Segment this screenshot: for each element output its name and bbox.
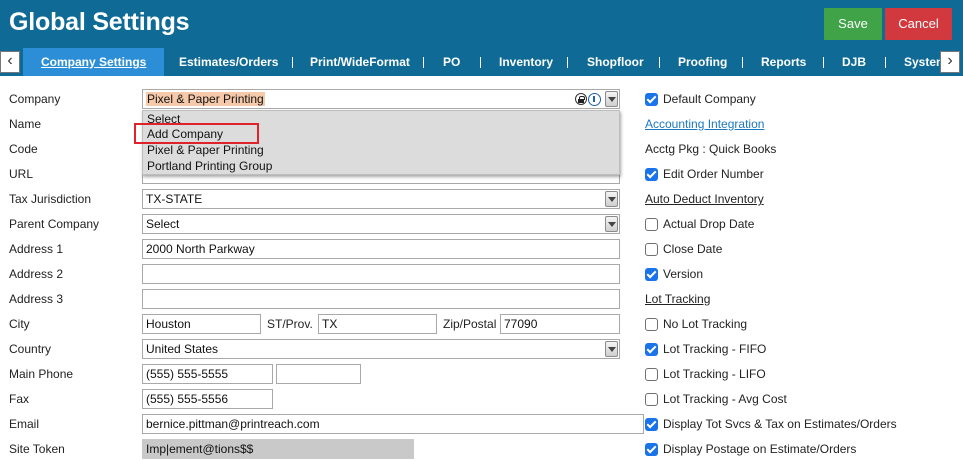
tax-jurisdiction-value: TX-STATE xyxy=(146,192,203,206)
default-company-checkbox[interactable] xyxy=(645,93,658,106)
lot-tracking-heading: Lot Tracking xyxy=(645,292,711,306)
chevron-left-icon[interactable]: ‹ xyxy=(0,51,20,73)
address3-label: Address 3 xyxy=(9,292,64,306)
tab-po[interactable]: PO xyxy=(443,48,460,76)
email-field[interactable]: bernice.pittman@printreach.com xyxy=(142,414,644,434)
lock-icon[interactable] xyxy=(575,93,587,105)
tab-separator xyxy=(567,57,568,68)
tab-separator xyxy=(292,57,293,68)
save-button[interactable]: Save xyxy=(824,8,882,40)
tab-djb[interactable]: DJB xyxy=(842,48,866,76)
accounting-integration-link[interactable]: Accounting Integration xyxy=(645,117,764,131)
display-postage-label: Display Postage on Estimate/Orders xyxy=(663,442,857,456)
name-label: Name xyxy=(9,117,42,131)
version-label: Version xyxy=(663,267,704,281)
close-date-checkbox[interactable] xyxy=(645,243,658,256)
chevron-down-icon[interactable] xyxy=(605,91,618,107)
lot-tracking-fifo-label: Lot Tracking - FIFO xyxy=(663,342,767,356)
acctg-pkg-text: Acctg Pkg : Quick Books xyxy=(645,142,777,156)
header-bar: Global Settings Save Cancel xyxy=(0,0,963,48)
tax-jurisdiction-label: Tax Jurisdiction xyxy=(9,192,92,206)
display-tot-svcs-label: Display Tot Svcs & Tax on Estimates/Orde… xyxy=(663,417,897,431)
country-select[interactable]: United States xyxy=(142,339,620,359)
lot-tracking-avg-checkbox[interactable] xyxy=(645,393,658,406)
tax-jurisdiction-select[interactable]: TX-STATE xyxy=(142,189,620,209)
lot-tracking-avg-label: Lot Tracking - Avg Cost xyxy=(663,392,787,406)
state-label: ST/Prov. xyxy=(267,317,313,331)
chevron-down-icon[interactable] xyxy=(605,216,618,232)
highlight-box xyxy=(134,123,259,144)
version-checkbox[interactable] xyxy=(645,268,658,281)
tab-print-wideformat[interactable]: Print/WideFormat xyxy=(310,48,410,76)
site-token-label: Site Token xyxy=(9,442,65,456)
address2-field[interactable] xyxy=(142,264,620,284)
company-select-value: Pixel & Paper Printing xyxy=(146,92,265,106)
main-phone-ext-field[interactable] xyxy=(276,364,361,384)
tab-separator xyxy=(659,57,660,68)
no-lot-tracking-checkbox[interactable] xyxy=(645,318,658,331)
address1-label: Address 1 xyxy=(9,242,64,256)
fax-label: Fax xyxy=(9,392,30,406)
display-tot-svcs-checkbox[interactable] xyxy=(645,418,658,431)
close-date-label: Close Date xyxy=(663,242,723,256)
parent-company-value: Select xyxy=(146,217,180,231)
main-phone-label: Main Phone xyxy=(9,367,74,381)
tab-estimates-orders[interactable]: Estimates/Orders xyxy=(179,48,278,76)
tab-proofing[interactable]: Proofing xyxy=(678,48,727,76)
tab-separator xyxy=(480,57,481,68)
city-label: City xyxy=(9,317,30,331)
lot-tracking-fifo-checkbox[interactable] xyxy=(645,343,658,356)
zip-field[interactable]: 77090 xyxy=(500,314,620,334)
tab-separator xyxy=(423,57,424,68)
tab-separator xyxy=(885,57,886,68)
actual-drop-date-checkbox[interactable] xyxy=(645,218,658,231)
default-company-label: Default Company xyxy=(663,92,756,106)
tab-company-settings[interactable]: Company Settings xyxy=(23,48,165,76)
edit-order-number-checkbox[interactable] xyxy=(645,168,658,181)
address2-label: Address 2 xyxy=(9,267,64,281)
tab-reports[interactable]: Reports xyxy=(761,48,806,76)
display-postage-checkbox[interactable] xyxy=(645,443,658,456)
state-field[interactable]: TX xyxy=(318,314,437,334)
actual-drop-date-label: Actual Drop Date xyxy=(663,217,755,231)
address3-field[interactable] xyxy=(142,289,620,309)
cancel-button[interactable]: Cancel xyxy=(885,8,952,40)
page-title: Global Settings xyxy=(9,8,190,36)
chevron-right-icon[interactable]: › xyxy=(940,51,960,73)
tab-separator xyxy=(823,57,824,68)
company-select[interactable]: Pixel & Paper Printing xyxy=(142,89,620,109)
url-label: URL xyxy=(9,167,34,181)
tab-inventory[interactable]: Inventory xyxy=(499,48,553,76)
tab-bar: ‹ Company Settings Estimates/Orders Prin… xyxy=(0,48,963,76)
company-label: Company xyxy=(9,92,61,106)
lot-tracking-lifo-checkbox[interactable] xyxy=(645,368,658,381)
site-token-field: Imp|ement@tions$$ xyxy=(142,439,414,459)
dropdown-option-pixel-paper[interactable]: Pixel & Paper Printing xyxy=(147,143,264,157)
tab-separator xyxy=(742,57,743,68)
auto-deduct-inventory-heading: Auto Deduct Inventory xyxy=(645,192,764,206)
parent-company-select[interactable]: Select xyxy=(142,214,620,234)
fax-field[interactable]: (555) 555-5556 xyxy=(142,389,273,409)
country-label: Country xyxy=(9,342,52,356)
country-value: United States xyxy=(146,342,219,356)
no-lot-tracking-label: No Lot Tracking xyxy=(663,317,748,331)
address1-field[interactable]: 2000 North Parkway xyxy=(142,239,620,259)
chevron-down-icon[interactable] xyxy=(605,341,618,357)
lot-tracking-lifo-label: Lot Tracking - LIFO xyxy=(663,367,766,381)
info-icon[interactable] xyxy=(588,93,601,106)
main-phone-field[interactable]: (555) 555-5555 xyxy=(142,364,273,384)
parent-company-label: Parent Company xyxy=(9,217,100,231)
edit-order-number-label: Edit Order Number xyxy=(663,167,764,181)
zip-label: Zip/Postal xyxy=(443,317,497,331)
dropdown-option-portland[interactable]: Portland Printing Group xyxy=(147,159,272,173)
chevron-down-icon[interactable] xyxy=(605,191,618,207)
tab-system[interactable]: System xyxy=(904,48,940,76)
email-label: Email xyxy=(9,417,40,431)
code-label: Code xyxy=(9,142,38,156)
city-field[interactable]: Houston xyxy=(142,314,261,334)
tab-shopfloor[interactable]: Shopfloor xyxy=(587,48,644,76)
